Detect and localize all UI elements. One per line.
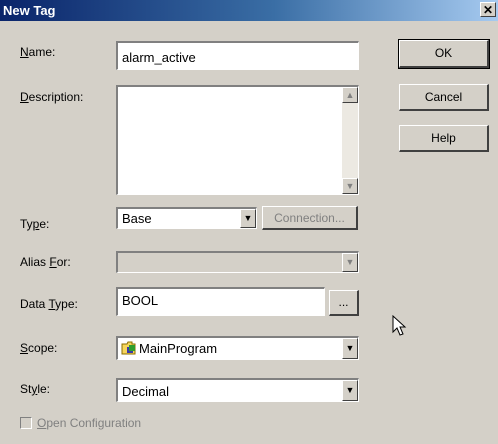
data-type-label: Data Type: [20,297,78,311]
type-select[interactable]: Base ▼ [116,207,257,229]
program-folder-icon [121,341,137,355]
cancel-button[interactable]: Cancel [399,84,489,111]
style-dropdown-icon[interactable]: ▼ [342,380,358,401]
scroll-down-icon[interactable]: ▼ [342,178,358,194]
connection-button: Connection... [262,206,358,230]
alias-dropdown-icon: ▼ [342,253,358,272]
style-label: Style: [20,382,51,396]
open-configuration-label: Open Configuration [37,416,142,430]
data-type-value: BOOL [122,293,159,308]
scroll-up-icon[interactable]: ▲ [342,87,358,103]
description-label: Description: [20,90,84,104]
scope-label: Scope: [20,341,58,355]
scope-select[interactable]: MainProgram ▼ [116,336,359,360]
close-button[interactable]: ✕ [480,2,496,17]
data-type-browse-button[interactable]: ... [329,290,359,316]
name-field[interactable]: alarm_active [116,41,359,70]
ok-button[interactable]: OK [398,39,490,69]
scope-dropdown-icon[interactable]: ▼ [342,338,358,359]
help-button[interactable]: Help [399,125,489,152]
description-field[interactable]: ▲ ▼ [116,85,359,195]
description-scrollbar[interactable] [342,103,358,178]
style-select[interactable]: Decimal ▼ [116,378,359,402]
close-icon: ✕ [482,3,494,17]
name-value: alarm_active [122,50,196,65]
title-bar: New Tag ✕ [0,0,498,21]
type-value: Base [122,211,152,226]
alias-for-label: Alias For: [20,255,71,269]
scope-value: MainProgram [139,341,218,356]
window-title: New Tag [3,3,56,18]
type-label: Type: [20,217,50,231]
mouse-pointer-icon [392,314,408,340]
type-dropdown-icon[interactable]: ▼ [240,209,256,228]
open-configuration-checkbox [20,417,32,429]
style-value: Decimal [122,384,169,399]
data-type-field[interactable]: BOOL [116,287,325,316]
name-label: Name: [20,45,56,59]
alias-for-select: ▼ [116,251,359,273]
